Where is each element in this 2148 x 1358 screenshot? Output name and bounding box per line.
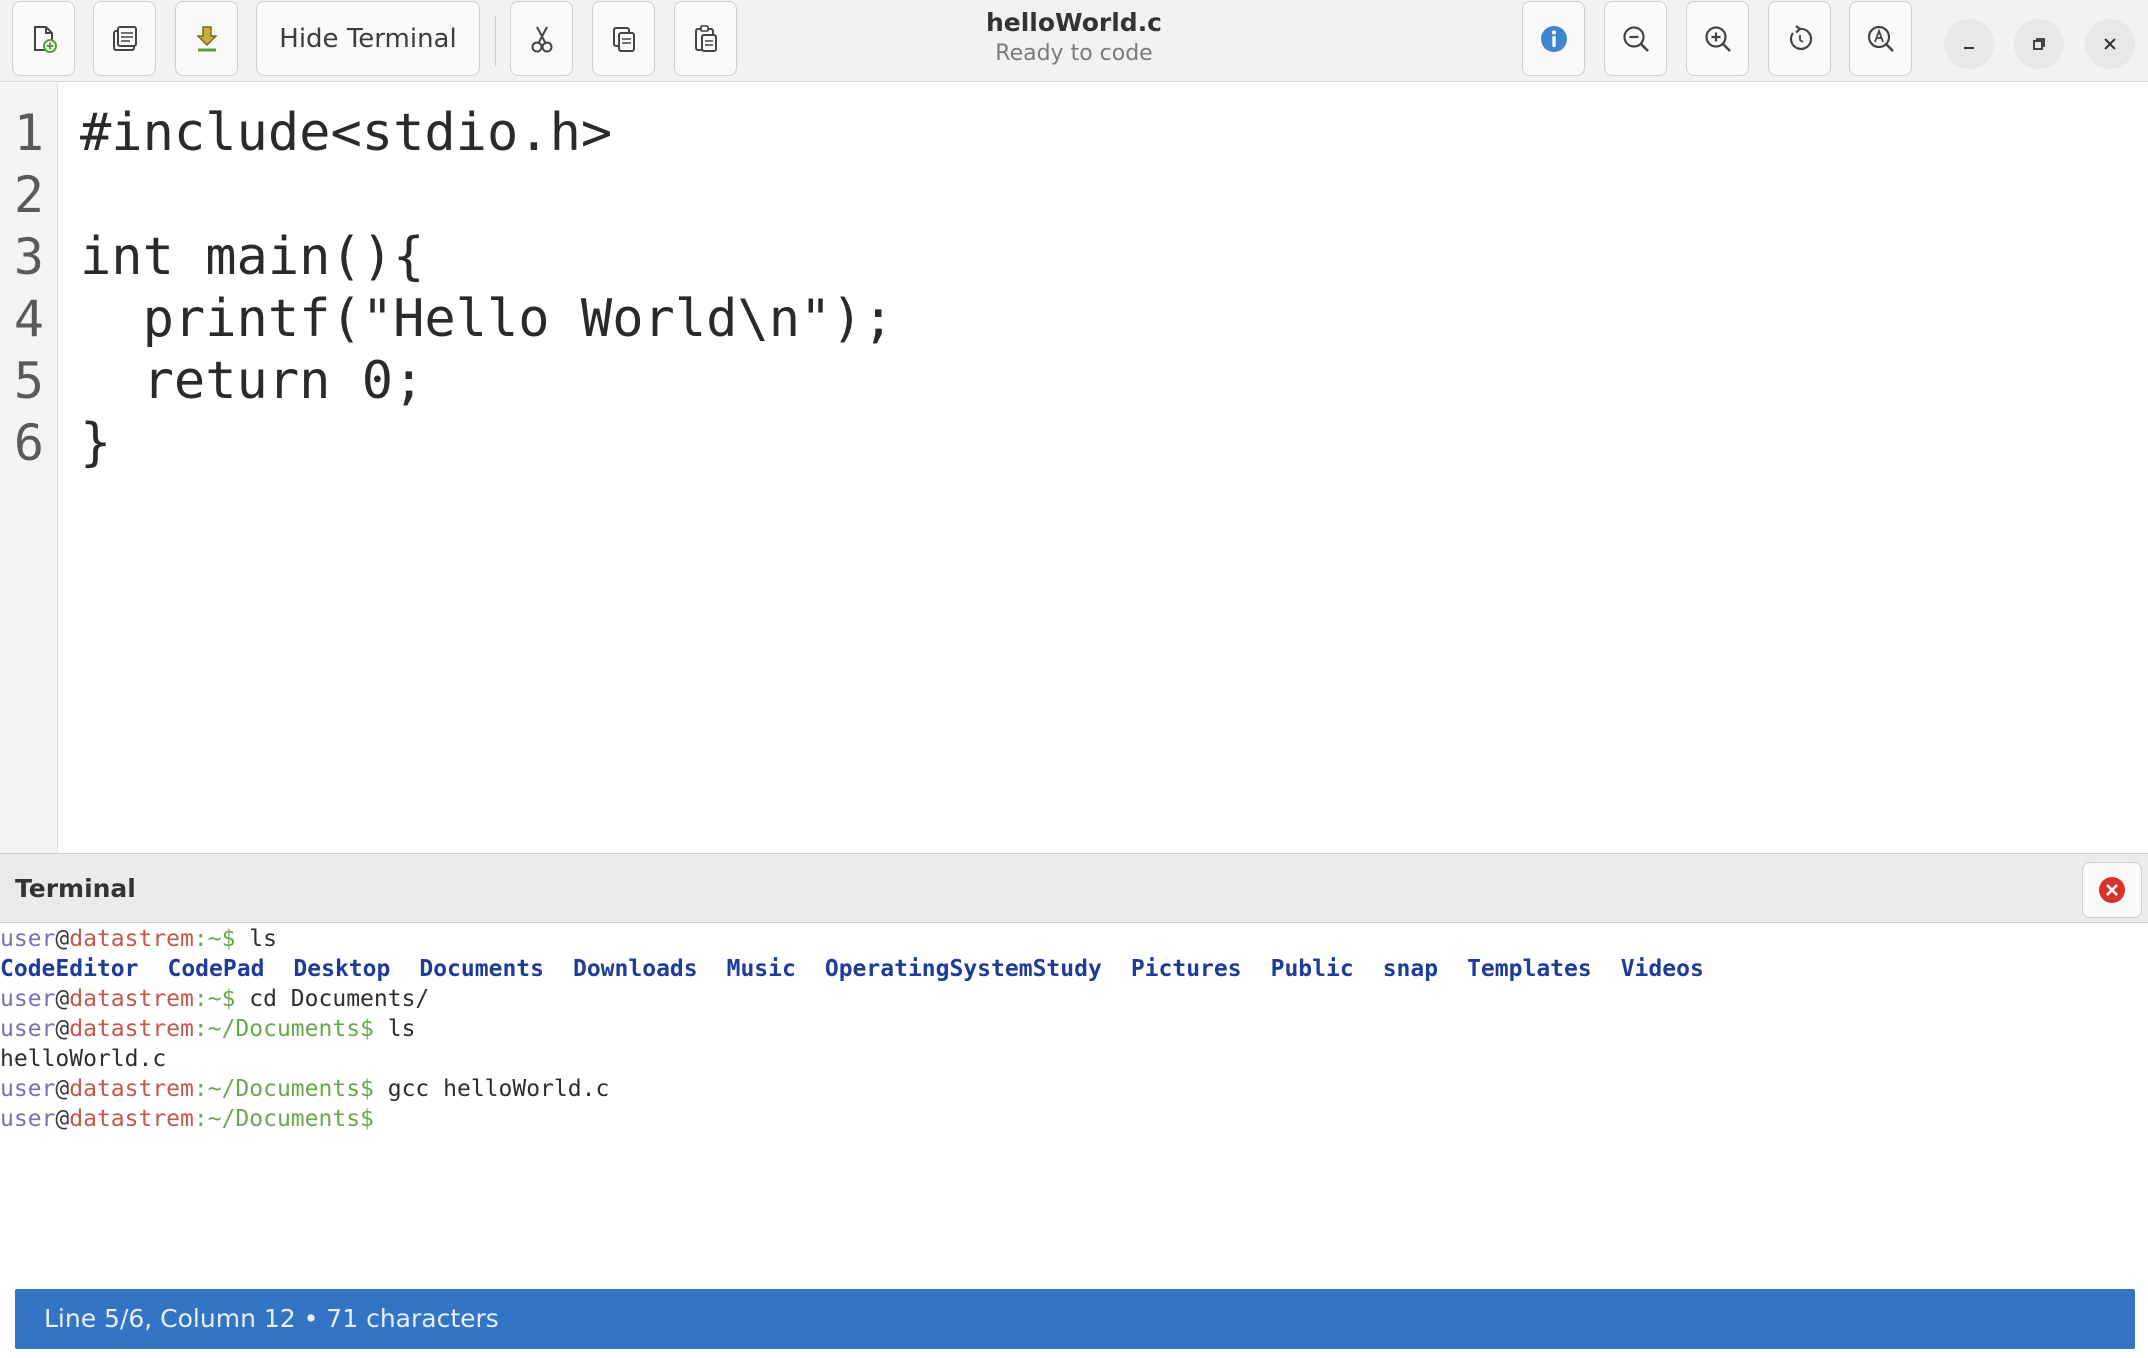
- header-bar: Hide Terminal helloWorld.c Ready to code: [0, 0, 2148, 82]
- prompt-at: @: [55, 986, 70, 1012]
- window-subtitle: Ready to code: [995, 41, 1153, 66]
- directory-entry: snap: [1382, 956, 1439, 982]
- file-entry: helloWorld.c: [0, 1046, 167, 1072]
- hide-terminal-label: Hide Terminal: [279, 23, 457, 54]
- directory-entry: Pictures: [1130, 956, 1242, 982]
- code-line[interactable]: printf("Hello World\n");: [80, 288, 894, 350]
- prompt-user: user: [0, 1016, 56, 1042]
- terminal-line: user@datastrem:~$ ls: [0, 924, 277, 954]
- line-number: 2: [13, 166, 44, 224]
- info-button[interactable]: [1522, 1, 1585, 76]
- terminal-line: helloWorld.c: [0, 1044, 166, 1074]
- copy-button[interactable]: [592, 1, 655, 76]
- zoom-out-button[interactable]: [1604, 1, 1667, 76]
- zoom-in-icon: [1704, 25, 1731, 52]
- directory-entry: Public: [1270, 956, 1354, 982]
- cut-button[interactable]: [510, 1, 573, 76]
- prompt-host: datastrem: [69, 1016, 194, 1042]
- prompt-host: datastrem: [69, 1076, 194, 1102]
- paste-button[interactable]: [674, 1, 737, 76]
- directory-entry: Desktop: [293, 956, 391, 982]
- status-bar: Line 5/6, Column 12 • 71 characters: [15, 1289, 2135, 1349]
- close-window-button[interactable]: [2085, 19, 2135, 69]
- line-number: 6: [13, 414, 44, 472]
- command-text: ls: [235, 926, 277, 952]
- terminal-prompt-line[interactable]: user@datastrem:~/Documents$: [0, 1104, 374, 1134]
- prompt-host: datastrem: [69, 1106, 194, 1132]
- terminal-line: CodeEditor CodePad Desktop Documents Downloa…: [0, 954, 1733, 984]
- hide-terminal-button[interactable]: Hide Terminal: [256, 1, 480, 76]
- prompt-host: datastrem: [69, 986, 194, 1012]
- info-icon: [1540, 25, 1567, 52]
- zoom-out-icon: [1622, 25, 1649, 52]
- zoom-in-button[interactable]: [1686, 1, 1749, 76]
- directory-entry: CodeEditor: [0, 956, 139, 982]
- code-line[interactable]: int main(){: [80, 226, 424, 288]
- line-number: 5: [13, 352, 44, 410]
- prompt-at: @: [55, 1016, 70, 1042]
- code-line[interactable]: #include<stdio.h>: [80, 102, 612, 164]
- new-file-button[interactable]: [12, 1, 75, 76]
- prompt-user: user: [0, 926, 56, 952]
- prompt-path: :~/Documents$: [193, 1106, 374, 1132]
- find-icon: [1867, 25, 1894, 52]
- command-text: gcc helloWorld.c: [373, 1076, 610, 1102]
- command-text: cd Documents/: [235, 986, 430, 1012]
- prompt-path: :~/Documents$: [193, 1076, 374, 1102]
- save-button[interactable]: [175, 1, 238, 76]
- prompt-user: user: [0, 986, 56, 1012]
- maximize-icon: [2033, 38, 2045, 50]
- window-title-area: helloWorld.c Ready to code: [870, 8, 1278, 66]
- terminal-close-button[interactable]: [2082, 862, 2142, 918]
- open-file-icon: [112, 25, 137, 51]
- prompt-user: user: [0, 1076, 56, 1102]
- prompt-at: @: [55, 1106, 70, 1132]
- terminal-line: user@datastrem:~/Documents$ ls: [0, 1014, 415, 1044]
- prompt-host: datastrem: [69, 926, 194, 952]
- find-button[interactable]: [1849, 1, 1912, 76]
- close-icon: [2104, 38, 2116, 50]
- scissors-icon: [531, 26, 552, 52]
- code-line[interactable]: }: [80, 412, 111, 474]
- status-text: Line 5/6, Column 12 • 71 characters: [44, 1304, 499, 1333]
- directory-entry: Music: [726, 956, 796, 982]
- directory-entry: Templates: [1467, 956, 1592, 982]
- new-file-icon: [33, 25, 57, 53]
- prompt-path: :~$: [193, 926, 236, 952]
- prompt-path: :~/Documents$: [193, 1016, 374, 1042]
- terminal-line: user@datastrem:~$ cd Documents/: [0, 984, 429, 1014]
- directory-entry: Documents: [419, 956, 544, 982]
- directory-entry: CodePad: [167, 956, 265, 982]
- directory-entry: Downloads: [572, 956, 698, 982]
- terminal-title: Terminal: [15, 874, 136, 903]
- directory-entry: Videos: [1620, 956, 1704, 982]
- reset-icon: [1789, 24, 1812, 50]
- code-editor[interactable]: 1 2 3 4 5 6 #include<stdio.h> int main()…: [0, 83, 2148, 853]
- prompt-at: @: [55, 926, 70, 952]
- save-download-icon: [195, 25, 218, 51]
- toolbar-separator: [495, 16, 496, 66]
- code-line[interactable]: return 0;: [80, 350, 425, 412]
- line-number: 1: [13, 104, 44, 162]
- directory-entry: OperatingSystemStudy: [824, 956, 1102, 982]
- terminal-output[interactable]: user@datastrem:~$ ls CodeEditor CodePad De…: [0, 924, 2148, 1288]
- minimize-button[interactable]: [1944, 19, 1994, 69]
- close-circle-icon: [2099, 877, 2125, 903]
- open-file-button[interactable]: [93, 1, 156, 76]
- terminal-line: user@datastrem:~/Documents$ gcc helloWor…: [0, 1074, 609, 1104]
- prompt-user: user: [0, 1106, 56, 1132]
- window-title: helloWorld.c: [985, 8, 1163, 37]
- paste-icon: [694, 24, 717, 52]
- line-number-gutter: 1 2 3 4 5 6: [0, 83, 58, 853]
- minimize-icon: [1964, 47, 1974, 49]
- copy-icon: [612, 26, 635, 52]
- maximize-button[interactable]: [2014, 19, 2064, 69]
- line-number: 3: [13, 228, 44, 286]
- prompt-at: @: [55, 1076, 70, 1102]
- reset-button[interactable]: [1768, 1, 1831, 76]
- command-text: ls: [373, 1016, 416, 1042]
- prompt-path: :~$: [193, 986, 236, 1012]
- terminal-header: Terminal: [0, 853, 2148, 923]
- line-number: 4: [13, 290, 44, 348]
